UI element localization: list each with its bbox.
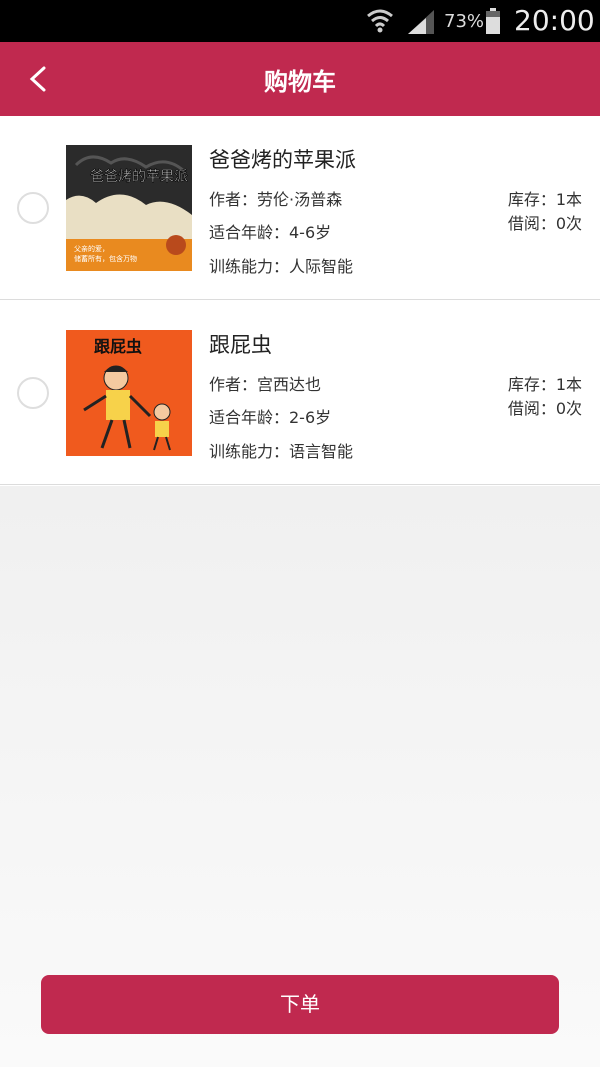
select-radio[interactable] [17,192,49,224]
order-button[interactable]: 下单 [41,975,559,1034]
cover-tagline: 储蓄所有，包含万物 [74,254,137,263]
cover-title: 爸爸烤的苹果派 [90,169,188,185]
borrow-count: 借阅：0次 [507,399,582,418]
book-author: 作者：劳伦·汤普森 [209,190,343,209]
cart-list: 爸爸烤的苹果派 父亲的爱， 储蓄所有，包含万物 爸爸烤的苹果派 作者：劳伦·汤普… [0,116,600,486]
wifi-icon [367,9,393,33]
stock-count: 库存：1本 [507,375,582,394]
nav-bar: 购物车 [0,42,600,116]
battery-percent: 73% [444,11,485,32]
battery-icon [486,8,500,34]
borrow-count: 借阅：0次 [507,214,582,233]
book-skill: 训练能力：语言智能 [209,442,354,461]
status-bar: 73% 20:00 [0,0,600,42]
stock-count: 库存：1本 [507,190,582,209]
book-age: 适合年龄：2-6岁 [209,408,332,427]
book-cover: 跟屁虫 [66,330,192,456]
signal-icon [408,10,434,34]
book-author: 作者：宫西达也 [209,375,322,394]
clock: 20:00 [514,4,595,37]
book-age: 适合年龄：4-6岁 [209,223,332,242]
select-radio[interactable] [17,377,49,409]
cart-item[interactable]: 爸爸烤的苹果派 父亲的爱， 储蓄所有，包含万物 爸爸烤的苹果派 作者：劳伦·汤普… [0,116,600,300]
cover-title: 跟屁虫 [94,337,142,356]
book-title: 跟屁虫 [209,333,272,357]
book-cover: 爸爸烤的苹果派 父亲的爱， 储蓄所有，包含万物 [66,145,192,271]
book-skill: 训练能力：人际智能 [209,257,354,276]
book-title: 爸爸烤的苹果派 [209,148,356,172]
cover-tagline: 父亲的爱， [74,244,109,253]
cart-item[interactable]: 跟屁虫 跟屁虫 作者：宫西达也 适合年龄：2-6岁 训练能力：语言智能 库存：1… [0,301,600,485]
page-title: 购物车 [264,68,336,96]
